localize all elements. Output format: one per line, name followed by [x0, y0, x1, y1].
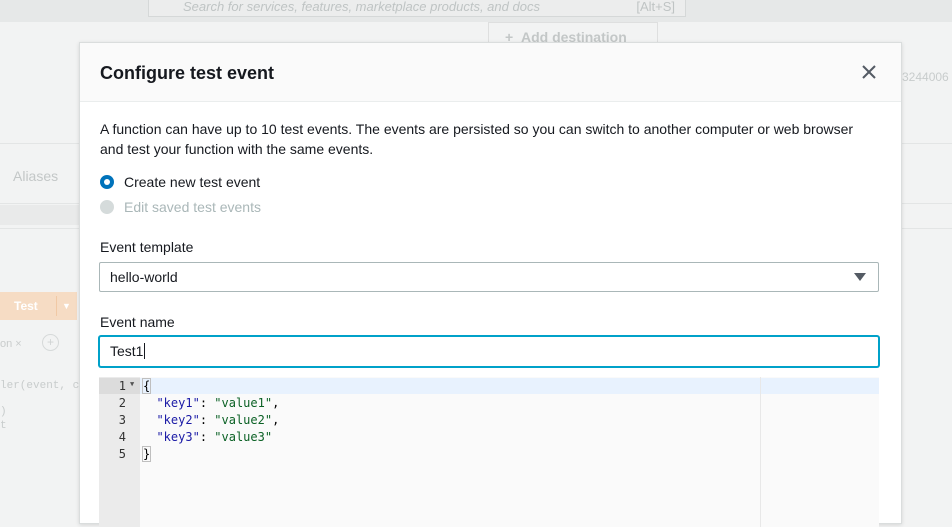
event-name-input[interactable]: Test1: [99, 336, 879, 367]
line-number: 5: [118, 447, 126, 461]
tab-aliases[interactable]: Aliases: [13, 168, 58, 184]
dialog-title: Configure test event: [100, 63, 275, 83]
code-fragment: ler(event, c: [0, 380, 80, 392]
code-line: "key2": "value2",: [156, 413, 280, 427]
code-line: "key1": "value1",: [156, 396, 280, 410]
code-fragment: ): [0, 406, 7, 418]
print-margin: [760, 377, 761, 527]
function-arn-fragment: 3244006: [902, 70, 949, 84]
radio-label: Create new test event: [124, 174, 261, 190]
json-comma: ,: [272, 413, 280, 427]
text-cursor: [144, 343, 146, 359]
radio-selected-icon[interactable]: [100, 175, 114, 189]
radio-disabled-icon[interactable]: [100, 200, 114, 214]
event-json-editor[interactable]: 1 ▼ 2 3 4 5 { "key1": "value1", "key2": …: [99, 377, 879, 527]
json-key: "key1": [156, 396, 200, 410]
active-line-highlight: [140, 378, 879, 394]
add-tab-icon[interactable]: +: [42, 334, 59, 351]
line-number: 3: [118, 413, 126, 427]
search-shortcut-hint: [Alt+S]: [636, 0, 675, 14]
test-button-label: Test: [14, 299, 38, 313]
event-template-select[interactable]: hello-world: [99, 262, 879, 292]
line-number: 1: [118, 379, 126, 393]
radio-create-new-test-event[interactable]: Create new test event: [100, 174, 260, 190]
code-line: {: [142, 378, 152, 394]
close-button[interactable]: [858, 61, 880, 83]
event-name-value: Test1: [110, 343, 144, 359]
json-key: "key3": [156, 430, 200, 444]
dialog-description: A function can have up to 10 test events…: [100, 121, 854, 157]
code-fragment: t: [0, 420, 7, 432]
json-brace: {: [142, 378, 152, 394]
caret-down-icon[interactable]: ▼: [62, 292, 71, 320]
radio-edit-saved-test-events[interactable]: Edit saved test events: [100, 199, 261, 215]
json-comma: ,: [272, 396, 280, 410]
close-icon: [862, 65, 876, 79]
test-button[interactable]: Test ▼: [0, 292, 77, 320]
json-brace: }: [142, 446, 152, 462]
event-template-label: Event template: [100, 239, 194, 255]
tab-strip: [0, 205, 80, 225]
json-value: "value2": [214, 413, 273, 427]
json-value: "value3": [214, 430, 273, 444]
divider: [56, 296, 57, 316]
radio-label: Edit saved test events: [124, 199, 261, 215]
event-name-label: Event name: [100, 314, 175, 330]
dialog-header: Configure test event: [80, 43, 901, 102]
code-line: }: [142, 446, 152, 462]
event-template-value: hello-world: [110, 269, 178, 285]
json-value: "value1": [214, 396, 273, 410]
caret-down-icon: [854, 273, 866, 281]
line-number: 4: [118, 430, 126, 444]
global-search-input[interactable]: Search for services, features, marketpla…: [148, 0, 686, 17]
code-line: "key3": "value3": [156, 430, 273, 444]
editor-tab[interactable]: on ×: [0, 338, 22, 350]
json-key: "key2": [156, 413, 200, 427]
fold-toggle-icon[interactable]: ▼: [130, 380, 134, 388]
line-number: 2: [118, 396, 126, 410]
configure-test-event-dialog: Configure test event A function can have…: [79, 42, 902, 527]
editor-tab-label: on: [0, 338, 13, 350]
search-placeholder: Search for services, features, marketpla…: [183, 0, 540, 14]
